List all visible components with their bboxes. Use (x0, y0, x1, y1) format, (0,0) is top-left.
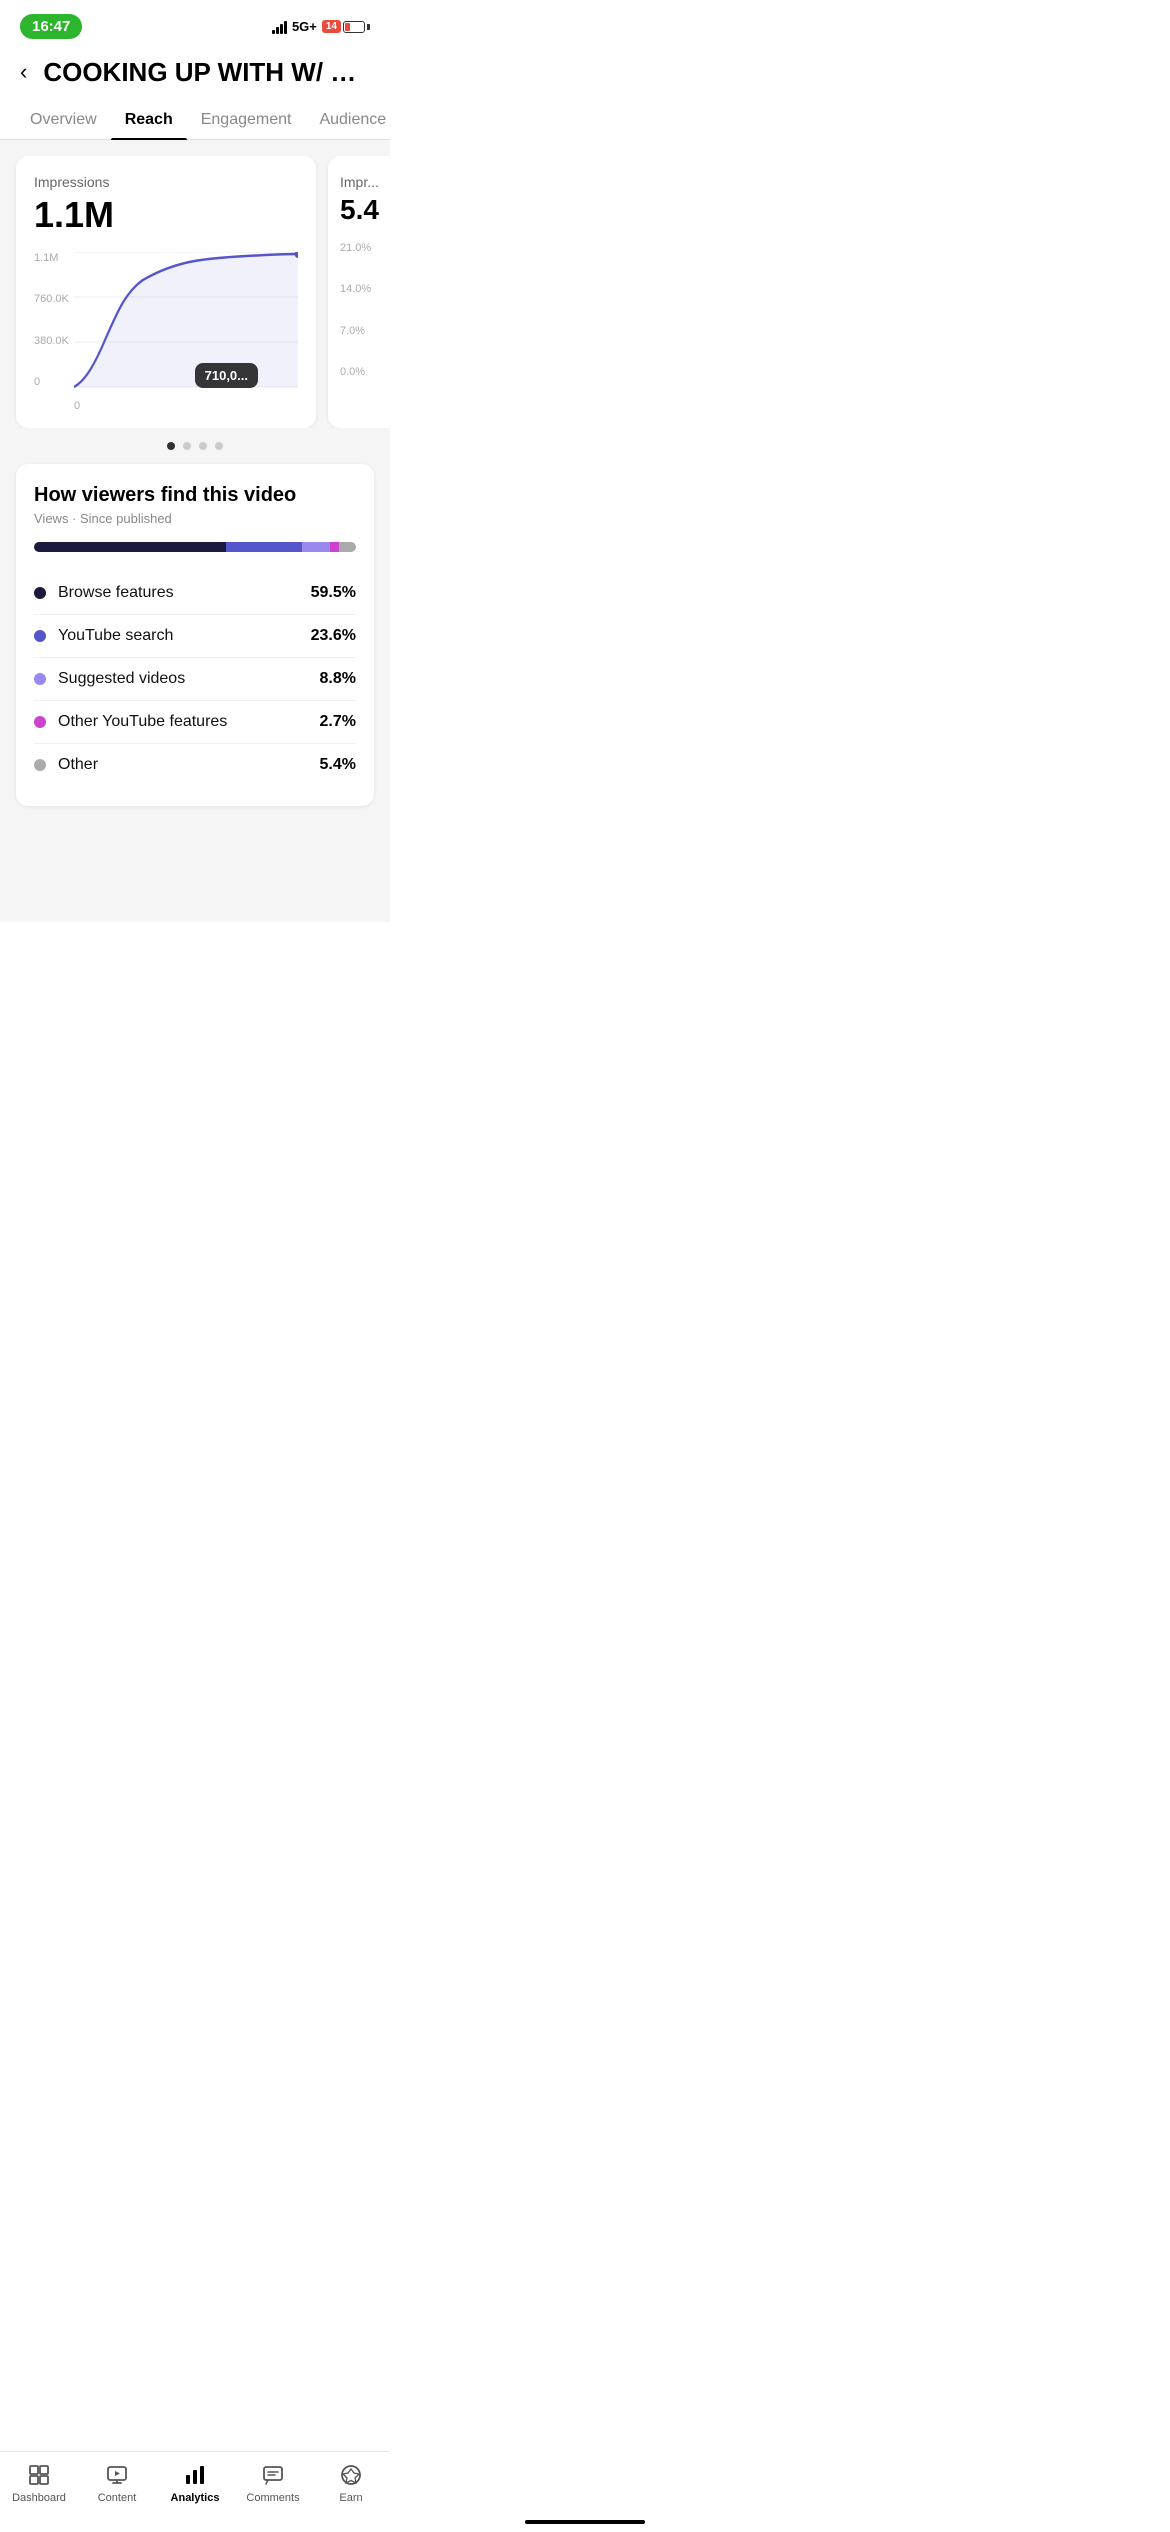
source-label-other-yt: Other YouTube features (58, 713, 227, 731)
source-label-other: Other (58, 756, 98, 774)
stacked-bar (34, 542, 356, 552)
earn-icon (338, 2462, 364, 2488)
source-row-other: Other 5.4% (34, 744, 356, 786)
chart-x-start: 0 (74, 400, 80, 412)
pagination-dots (0, 428, 390, 464)
source-row-search: YouTube search 23.6% (34, 615, 356, 658)
bar-search (226, 542, 302, 552)
dot-3[interactable] (199, 442, 207, 450)
dot-search (34, 630, 46, 642)
chart-tooltip: 710,0... (195, 363, 258, 388)
main-content: Impressions 1.1M 1.1M 760.0K 380.0K 0 (0, 140, 390, 922)
impressions2-value: 5.4 (340, 194, 390, 226)
source-pct-other-yt: 2.7% (320, 713, 356, 731)
battery-level: 14 (322, 20, 341, 33)
nav-comments[interactable]: Comments (243, 2462, 303, 2504)
impressions-value: 1.1M (34, 194, 298, 236)
nav-analytics-label: Analytics (171, 2492, 220, 2504)
status-time: 16:47 (20, 14, 82, 39)
comments-icon (260, 2462, 286, 2488)
tab-overview[interactable]: Overview (16, 101, 111, 139)
dot-other (34, 759, 46, 771)
bar-browse (34, 542, 226, 552)
page-title: COOKING UP WITH W/ GU... (43, 57, 374, 88)
header: ‹ COOKING UP WITH W/ GU... (0, 47, 390, 101)
tab-reach[interactable]: Reach (111, 101, 187, 139)
bar-suggested (302, 542, 330, 552)
viewer-section-subtitle: Views · Since published (34, 511, 356, 526)
nav-earn[interactable]: Earn (321, 2462, 381, 2504)
tab-engagement[interactable]: Engagement (187, 101, 306, 139)
nav-comments-label: Comments (246, 2492, 299, 2504)
dot-1[interactable] (167, 442, 175, 450)
back-button[interactable]: ‹ (16, 55, 31, 89)
metrics-cards-row: Impressions 1.1M 1.1M 760.0K 380.0K 0 (0, 156, 390, 428)
nav-earn-label: Earn (339, 2492, 362, 2504)
nav-analytics[interactable]: Analytics (165, 2462, 225, 2504)
dot-other-yt (34, 716, 46, 728)
source-row-browse: Browse features 59.5% (34, 572, 356, 615)
source-pct-other: 5.4% (320, 756, 356, 774)
source-pct-suggested: 8.8% (320, 670, 356, 688)
bottom-nav: Dashboard Content Analytics (0, 2451, 390, 2532)
nav-dashboard-label: Dashboard (12, 2492, 66, 2504)
impressions-card-2: Impr... 5.4 21.0% 14.0% 7.0% 0.0% (328, 156, 390, 428)
impressions2-label: Impr... (340, 174, 390, 190)
bar-other (339, 542, 356, 552)
dot-4[interactable] (215, 442, 223, 450)
nav-content-label: Content (98, 2492, 137, 2504)
impressions-label: Impressions (34, 174, 298, 190)
nav-dashboard[interactable]: Dashboard (9, 2462, 69, 2504)
dot-suggested (34, 673, 46, 685)
dot-2[interactable] (183, 442, 191, 450)
tab-audience[interactable]: Audience (305, 101, 400, 139)
content-icon (104, 2462, 130, 2488)
tabs: Overview Reach Engagement Audience (0, 101, 390, 140)
source-label-suggested: Suggested videos (58, 670, 185, 688)
impressions-chart: 1.1M 760.0K 380.0K 0 (34, 252, 298, 412)
status-icons: 5G+ 14 (272, 19, 370, 34)
source-row-suggested: Suggested videos 8.8% (34, 658, 356, 701)
impressions-card: Impressions 1.1M 1.1M 760.0K 380.0K 0 (16, 156, 316, 428)
analytics-icon (182, 2462, 208, 2488)
home-indicator (525, 2520, 645, 2524)
status-bar: 16:47 5G+ 14 (0, 0, 390, 47)
signal-icon (272, 20, 287, 34)
bar-other-yt (330, 542, 339, 552)
dashboard-icon (26, 2462, 52, 2488)
source-label-browse: Browse features (58, 584, 174, 602)
source-label-search: YouTube search (58, 627, 173, 645)
chart-y-labels: 1.1M 760.0K 380.0K 0 (34, 252, 73, 388)
dot-browse (34, 587, 46, 599)
source-pct-search: 23.6% (311, 627, 356, 645)
source-pct-browse: 59.5% (311, 584, 356, 602)
viewer-section-title: How viewers find this video (34, 484, 356, 507)
battery-icon: 14 (322, 20, 370, 33)
source-row-other-yt: Other YouTube features 2.7% (34, 701, 356, 744)
chart2-area: 21.0% 14.0% 7.0% 0.0% (340, 242, 390, 378)
chart-svg-area (74, 252, 298, 388)
viewer-source-card: How viewers find this video Views · Sinc… (16, 464, 374, 806)
nav-content[interactable]: Content (87, 2462, 147, 2504)
network-type: 5G+ (292, 19, 317, 34)
